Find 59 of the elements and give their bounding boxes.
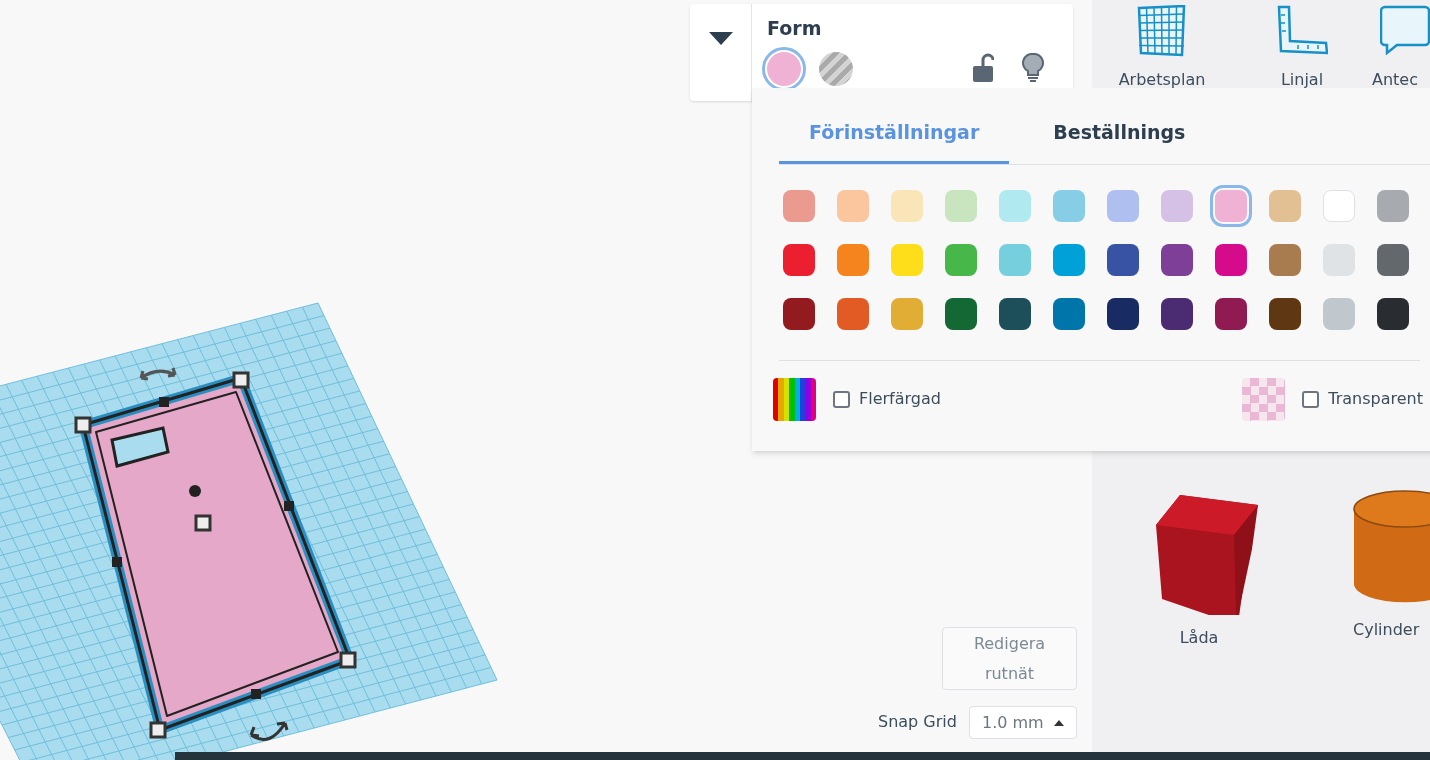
- color-swatch[interactable]: [999, 297, 1031, 330]
- ruler-icon: [1276, 5, 1328, 57]
- shape-button[interactable]: Låda: [1144, 489, 1254, 650]
- color-swatch[interactable]: [1323, 297, 1355, 330]
- color-swatch[interactable]: [999, 189, 1031, 222]
- color-swatch[interactable]: [1377, 297, 1409, 330]
- color-tab[interactable]: Beställnings: [1023, 118, 1216, 164]
- color-swatch[interactable]: [1323, 243, 1355, 276]
- checkbox-label: Flerfärgad: [859, 388, 941, 410]
- caret-down-icon: [708, 32, 733, 46]
- panel-title: Form: [767, 16, 823, 41]
- color-swatch[interactable]: [837, 189, 869, 222]
- rainbow-swatch-icon: [773, 377, 816, 421]
- color-swatch[interactable]: [945, 297, 977, 330]
- color-swatch[interactable]: [1215, 243, 1247, 276]
- color-swatch[interactable]: [1053, 297, 1085, 330]
- snap-grid-dropdown[interactable]: 1.0 mm: [969, 706, 1077, 739]
- color-swatch[interactable]: [837, 243, 869, 276]
- color-swatch[interactable]: [1161, 189, 1193, 222]
- color-swatch[interactable]: [1107, 189, 1139, 222]
- snap-grid-label: Snap Grid: [878, 711, 957, 733]
- padlock-open-icon: [972, 53, 994, 83]
- grid-icon: [1136, 5, 1188, 57]
- color-swatch[interactable]: [1269, 243, 1301, 276]
- color-swatch[interactable]: [1107, 297, 1139, 330]
- color-swatch[interactable]: [1377, 243, 1409, 276]
- color-swatch[interactable]: [783, 243, 815, 276]
- color-swatch[interactable]: [945, 243, 977, 276]
- rotate-arrow-icon[interactable]: [139, 366, 177, 381]
- color-swatch[interactable]: [1377, 189, 1409, 222]
- color-swatch[interactable]: [1323, 189, 1355, 222]
- color-swatch[interactable]: [837, 297, 869, 330]
- color-swatch[interactable]: [891, 297, 923, 330]
- color-swatch[interactable]: [891, 243, 923, 276]
- color-swatch[interactable]: [999, 243, 1031, 276]
- checkbox-label: Transparent: [1328, 388, 1423, 410]
- light-bulb-button[interactable]: [1022, 52, 1046, 84]
- color-swatch[interactable]: [945, 189, 977, 222]
- color-swatch[interactable]: [1269, 189, 1301, 222]
- checkered-transparency-icon: [1242, 377, 1286, 421]
- rotate-arrow-icon[interactable]: [249, 721, 289, 741]
- color-swatch[interactable]: [1107, 243, 1139, 276]
- light-bulb-icon: [1022, 53, 1044, 83]
- color-swatch[interactable]: [1053, 189, 1085, 222]
- color-swatch[interactable]: [783, 189, 815, 222]
- checkbox[interactable]: [1302, 390, 1320, 408]
- color-swatch[interactable]: [1053, 243, 1085, 276]
- color-swatch[interactable]: [1161, 243, 1193, 276]
- toolbar-button[interactable]: Linjal: [1232, 5, 1372, 92]
- caret-up-icon: [1054, 719, 1064, 726]
- color-swatch[interactable]: [1161, 297, 1193, 330]
- color-swatch[interactable]: [891, 189, 923, 222]
- checkbox[interactable]: [833, 390, 850, 408]
- color-swatch[interactable]: [783, 297, 815, 330]
- color-swatch[interactable]: [1215, 297, 1247, 330]
- toolbar-button[interactable]: Antec: [1372, 5, 1430, 92]
- color-swatch[interactable]: [1269, 297, 1301, 330]
- lock-button[interactable]: [972, 52, 996, 84]
- shape-button[interactable]: Cylinder: [1350, 489, 1430, 650]
